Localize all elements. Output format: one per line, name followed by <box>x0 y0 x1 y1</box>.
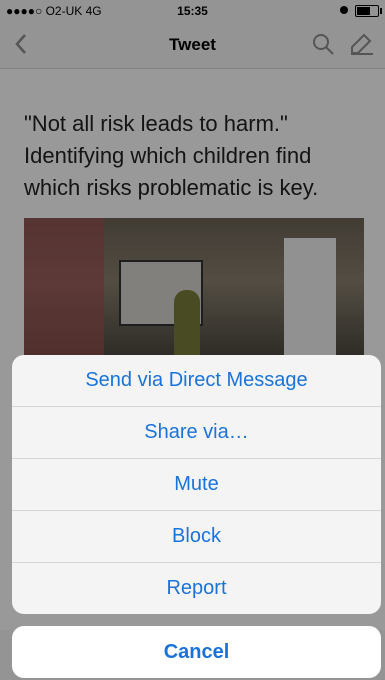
share-via-button[interactable]: Share via… <box>12 407 381 459</box>
report-button[interactable]: Report <box>12 563 381 614</box>
block-button[interactable]: Block <box>12 511 381 563</box>
mute-button[interactable]: Mute <box>12 459 381 511</box>
action-sheet: Send via Direct Message Share via… Mute … <box>12 355 381 614</box>
cancel-button[interactable]: Cancel <box>12 626 381 678</box>
send-direct-message-button[interactable]: Send via Direct Message <box>12 355 381 407</box>
